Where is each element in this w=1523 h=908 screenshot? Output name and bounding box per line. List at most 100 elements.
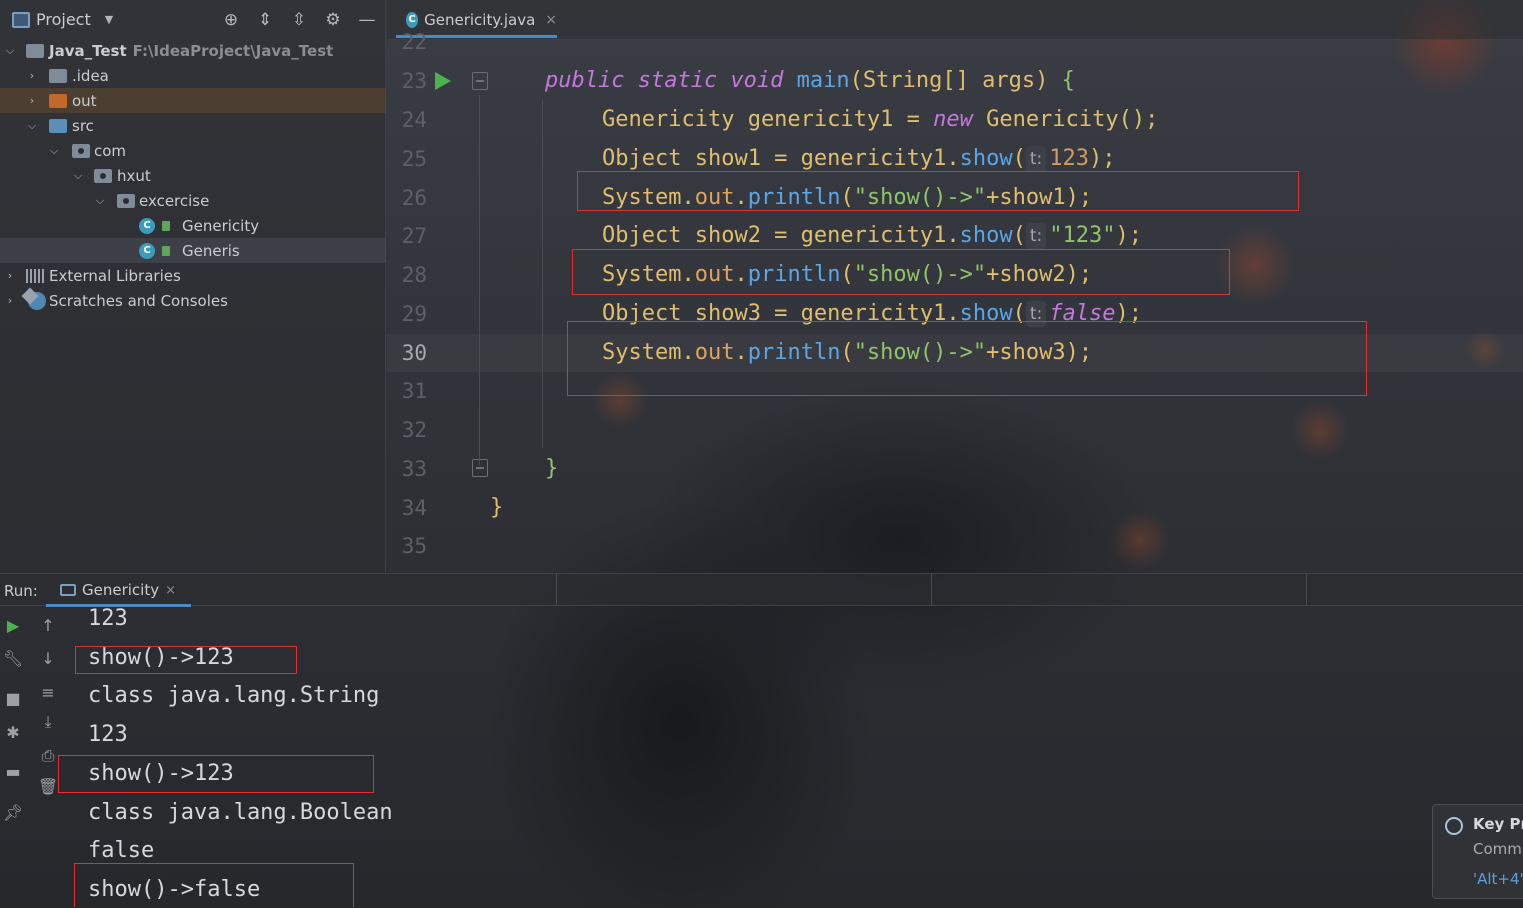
chevron-down-icon[interactable]: ⌵ <box>4 44 16 58</box>
tree-item-hxut[interactable]: ⌵ hxut <box>0 163 386 188</box>
scroll-to-end-icon[interactable]: ⤓ <box>38 712 58 732</box>
scratches-icon <box>28 291 46 310</box>
project-path: F:\IdeaProject\Java_Test <box>132 41 334 60</box>
project-panel-header: Project ▼ ⊕ ⇕ ⇳ ⚙ — <box>0 0 386 42</box>
notification-shortcut-link[interactable]: 'Alt+4' <box>1473 870 1523 888</box>
trash-icon[interactable]: 🗑︎ <box>38 776 58 796</box>
folder-icon <box>49 68 67 83</box>
package-icon <box>94 168 112 183</box>
close-icon[interactable]: × <box>545 12 557 28</box>
project-panel: Project ▼ ⊕ ⇕ ⇳ ⚙ — ⌵ Java_Test F:\IdeaPr… <box>0 0 386 572</box>
chevron-right-icon[interactable]: › <box>26 94 38 107</box>
tree-item-label: Scratches and Consoles <box>49 291 228 310</box>
expand-all-icon[interactable]: ⇕ <box>254 9 276 31</box>
code-editor[interactable]: 22 23 24 25 26 27 28 29 30 31 32 33 34 3… <box>387 32 1523 572</box>
class-icon: C <box>406 11 419 28</box>
line-number: 24 <box>401 108 427 132</box>
run-panel-header: Run: Genericity × <box>0 573 1523 607</box>
line-number: 31 <box>401 379 427 403</box>
tree-item-label: Genericity <box>182 216 260 235</box>
source-folder-icon <box>49 118 67 133</box>
divider <box>556 574 557 606</box>
tree-item-generis[interactable]: C Generis <box>0 238 386 263</box>
code-line-23: public static void main(String[] args) { <box>545 68 1075 93</box>
fold-guide <box>479 95 480 465</box>
run-gutter-icon[interactable] <box>435 72 451 90</box>
tree-item-excercise[interactable]: ⌵ excercise <box>0 188 386 213</box>
highlight-box <box>577 171 1299 211</box>
highlight-box <box>572 249 1230 295</box>
line-number: 35 <box>401 534 427 558</box>
chevron-down-icon[interactable]: ⌵ <box>26 119 38 133</box>
tree-item-label: com <box>94 141 127 160</box>
chevron-right-icon[interactable]: › <box>4 269 16 282</box>
console-line: 123 <box>88 722 128 747</box>
layout-icon[interactable]: ▬ <box>3 761 23 781</box>
console-icon <box>60 584 76 596</box>
minimize-icon[interactable]: — <box>356 9 378 31</box>
line-number: 27 <box>401 224 427 248</box>
tree-item-label: out <box>72 91 97 110</box>
tree-item-label: src <box>72 116 94 135</box>
line-number: 28 <box>401 263 427 287</box>
tree-item-scratches[interactable]: › Scratches and Consoles <box>0 288 386 313</box>
project-title: Project <box>36 10 91 29</box>
run-toolbar: ▶ ↑ 🔧︎ ↓ ■ ≡ ✱ ⤓ ⎙ ▬ 🗑︎ 📌︎ <box>0 606 64 908</box>
highlight-box <box>58 755 374 793</box>
package-icon <box>72 143 90 158</box>
pin-icon[interactable]: 📌︎ <box>3 802 23 822</box>
tree-item-java-test[interactable]: ⌵ Java_Test F:\IdeaProject\Java_Test <box>0 38 386 63</box>
divider <box>931 574 932 606</box>
folder-icon <box>49 93 67 108</box>
tree-item-out[interactable]: › out <box>0 88 386 113</box>
line-number: 34 <box>401 496 427 520</box>
chevron-right-icon[interactable]: › <box>4 294 16 307</box>
line-number: 33 <box>401 457 427 481</box>
tree-item-idea[interactable]: › .idea <box>0 63 386 88</box>
collapse-all-icon[interactable]: ⇳ <box>288 9 310 31</box>
library-icon <box>26 268 44 283</box>
indent-guide <box>542 100 543 448</box>
tree-item-com[interactable]: ⌵ com <box>0 138 386 163</box>
project-tree: ⌵ Java_Test F:\IdeaProject\Java_Test › .i… <box>0 38 386 313</box>
gear-icon[interactable]: ⚙ <box>322 9 344 31</box>
chevron-down-icon[interactable]: ⌵ <box>72 169 84 183</box>
tree-item-label: Java_Test <box>49 41 127 60</box>
class-icon: C <box>139 217 155 234</box>
tree-item-label: excercise <box>139 191 210 210</box>
fold-icon[interactable] <box>472 72 488 90</box>
line-number: 32 <box>401 418 427 442</box>
chevron-down-icon: ▼ <box>104 13 114 26</box>
project-view-selector[interactable]: Project ▼ <box>12 10 113 29</box>
highlight-box <box>75 646 297 674</box>
arrow-up-icon[interactable]: ↑ <box>38 615 58 635</box>
tree-item-label: .idea <box>72 66 109 85</box>
project-icon <box>12 11 30 28</box>
parameter-hint: t: <box>1025 146 1047 172</box>
close-icon[interactable]: × <box>165 583 176 598</box>
runnable-icon <box>162 245 170 256</box>
tree-item-genericity[interactable]: C Genericity <box>0 213 386 238</box>
tree-item-label: Generis <box>182 241 240 260</box>
package-icon <box>117 193 135 208</box>
line-number: 23 <box>401 69 427 93</box>
key-promoter-notification[interactable]: Key Pr Comma 'Alt+4' <box>1432 804 1523 899</box>
stop-icon[interactable]: ■ <box>3 688 23 708</box>
print-icon[interactable]: ⎙ <box>38 746 58 766</box>
line-number: 30 <box>401 341 427 365</box>
soft-wrap-icon[interactable]: ≡ <box>38 682 58 702</box>
chevron-down-icon[interactable]: ⌵ <box>48 144 60 158</box>
run-tab-label: Genericity <box>82 581 160 599</box>
chevron-down-icon[interactable]: ⌵ <box>94 194 106 208</box>
debug-icon[interactable]: ✱ <box>3 722 23 742</box>
code-line-34: } <box>490 495 504 520</box>
arrow-down-icon[interactable]: ↓ <box>38 648 58 668</box>
rerun-icon[interactable]: ▶ <box>3 615 23 635</box>
notification-text: Comma <box>1473 840 1523 858</box>
chevron-right-icon[interactable]: › <box>26 69 38 82</box>
wrench-icon[interactable]: 🔧︎ <box>3 648 23 668</box>
locate-icon[interactable]: ⊕ <box>220 9 242 31</box>
tree-item-external-libraries[interactable]: › External Libraries <box>0 263 386 288</box>
tree-item-src[interactable]: ⌵ src <box>0 113 386 138</box>
fold-icon[interactable] <box>472 459 488 477</box>
